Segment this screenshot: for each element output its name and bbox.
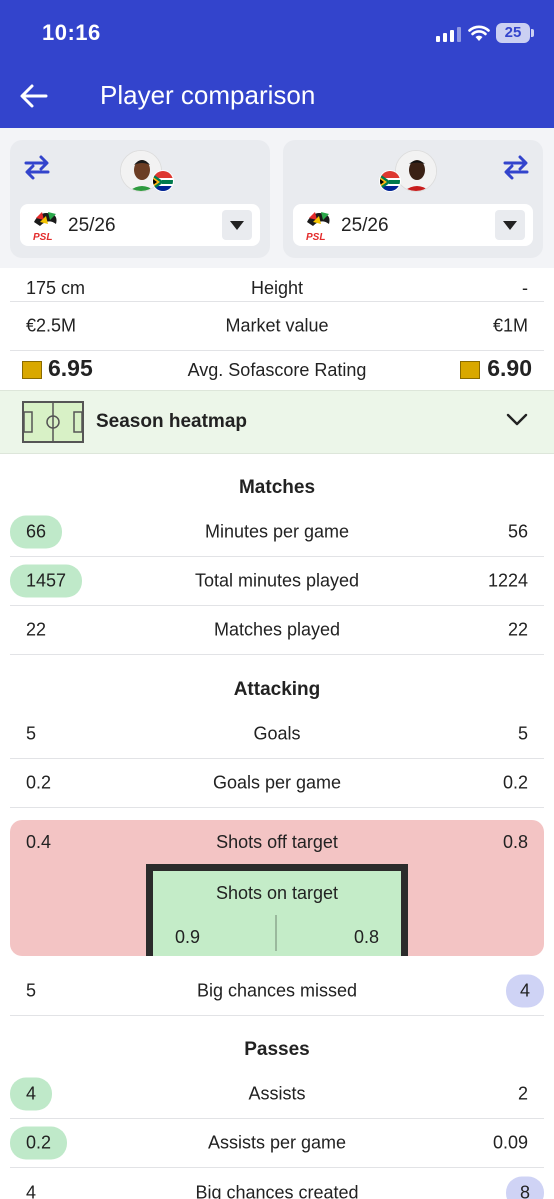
stat-row: 5 Goals 5 xyxy=(10,710,544,759)
right-value: €1M xyxy=(492,315,528,336)
stat-row-rating: 6.95 Avg. Sofascore Rating 6.90 xyxy=(10,350,544,390)
chevron-down-icon[interactable] xyxy=(495,210,525,240)
right-value: 22 xyxy=(507,619,528,640)
pitch-icon xyxy=(22,401,84,443)
stat-row: 5 Big chances missed 4 xyxy=(10,967,544,1016)
player-avatar[interactable] xyxy=(395,150,437,192)
right-value: 2 xyxy=(517,1083,528,1104)
stat-row: 1457 Total minutes played 1224 xyxy=(10,557,544,606)
right-value: 1224 xyxy=(487,570,528,591)
right-value: 0.09 xyxy=(492,1132,528,1153)
page-title: Player comparison xyxy=(100,80,316,110)
battery-tip xyxy=(531,29,534,37)
stat-label: Assists per game xyxy=(207,1132,347,1153)
right-value: 5 xyxy=(517,723,528,744)
chevron-down-icon[interactable] xyxy=(222,210,252,240)
status-time: 10:16 xyxy=(42,20,101,45)
stat-row: 0.2 Assists per game 0.09 xyxy=(10,1119,544,1168)
swap-player-icon[interactable] xyxy=(22,152,52,182)
season-value: 25/26 xyxy=(341,215,389,236)
chevron-down-icon[interactable] xyxy=(506,413,528,427)
wifi-icon xyxy=(468,25,490,41)
stat-label: Total minutes played xyxy=(194,570,360,591)
season-select[interactable]: PSL 25/26 xyxy=(20,204,260,246)
stat-label: Assists xyxy=(248,1083,306,1104)
svg-text:PSL: PSL xyxy=(306,232,325,242)
goal-divider xyxy=(275,915,277,951)
stat-label: Height xyxy=(250,278,304,298)
season-select[interactable]: PSL 25/26 xyxy=(293,204,533,246)
south-africa-flag-icon xyxy=(379,170,401,192)
stat-row: 0.2 Goals per game 0.2 xyxy=(10,759,544,808)
stat-row-market-value: €2.5M Market value €1M xyxy=(10,302,544,351)
stat-row-height: 175 cm Height - xyxy=(10,268,544,302)
section-title-matches: Matches xyxy=(238,477,316,498)
battery-icon: 25 xyxy=(496,23,530,43)
south-africa-flag-icon xyxy=(152,170,174,192)
cellular-signal-icon xyxy=(436,26,461,42)
status-bar: 10:16 25 xyxy=(0,0,554,66)
season-heatmap-toggle[interactable]: Season heatmap xyxy=(0,390,554,454)
player-card-right: PSL 25/26 xyxy=(283,140,543,258)
right-rating: 6.90 xyxy=(487,355,532,381)
stat-label: Shots on target xyxy=(215,883,339,903)
season-value: 25/26 xyxy=(68,215,116,236)
stat-label: Market value xyxy=(225,315,329,336)
psl-logo-icon: PSL xyxy=(306,212,330,242)
goal-frame: Shots on target 0.9 0.8 xyxy=(146,864,408,956)
stat-row: 66 Minutes per game 56 xyxy=(10,508,544,557)
right-value: 0.2 xyxy=(502,772,528,793)
right-value-highlight: 8 xyxy=(505,1176,544,1199)
stat-row: 4 Big chances created 8 xyxy=(10,1168,544,1199)
right-value-highlight: 4 xyxy=(505,974,544,1008)
right-value: 0.8 xyxy=(502,832,528,852)
psl-logo-icon: PSL xyxy=(33,212,57,242)
heatmap-label: Season heatmap xyxy=(96,411,247,432)
stat-row: 22 Matches played 22 xyxy=(10,606,544,655)
stat-label: Goals per game xyxy=(212,772,342,793)
stat-label: Minutes per game xyxy=(204,521,350,542)
app-header: 10:16 25 Player comparison xyxy=(0,0,554,128)
rating-color-badge xyxy=(460,361,480,379)
left-value: 0.9 xyxy=(175,927,201,947)
section-title-attacking: Attacking xyxy=(233,679,321,700)
right-value: - xyxy=(522,278,528,298)
back-arrow-icon[interactable] xyxy=(18,80,50,112)
stat-label: Shots off target xyxy=(216,832,338,852)
stat-label: Matches played xyxy=(213,619,341,640)
section-title-passes: Passes xyxy=(244,1039,310,1060)
stat-label: Big chances missed xyxy=(196,980,358,1001)
player-compare-area: PSL 25/26 PSL 25/26 xyxy=(0,128,554,268)
stat-row: 4 Assists 2 xyxy=(10,1070,544,1119)
right-value: 56 xyxy=(507,521,528,542)
svg-text:PSL: PSL xyxy=(33,232,52,242)
swap-player-icon[interactable] xyxy=(501,152,531,182)
player-card-left: PSL 25/26 xyxy=(10,140,270,258)
shots-panel: 0.4 Shots off target 0.8 Shots on target… xyxy=(10,820,544,956)
right-value: 0.8 xyxy=(353,927,379,947)
stat-label: Big chances created xyxy=(195,1182,359,1199)
stat-label: Goals xyxy=(253,723,301,744)
